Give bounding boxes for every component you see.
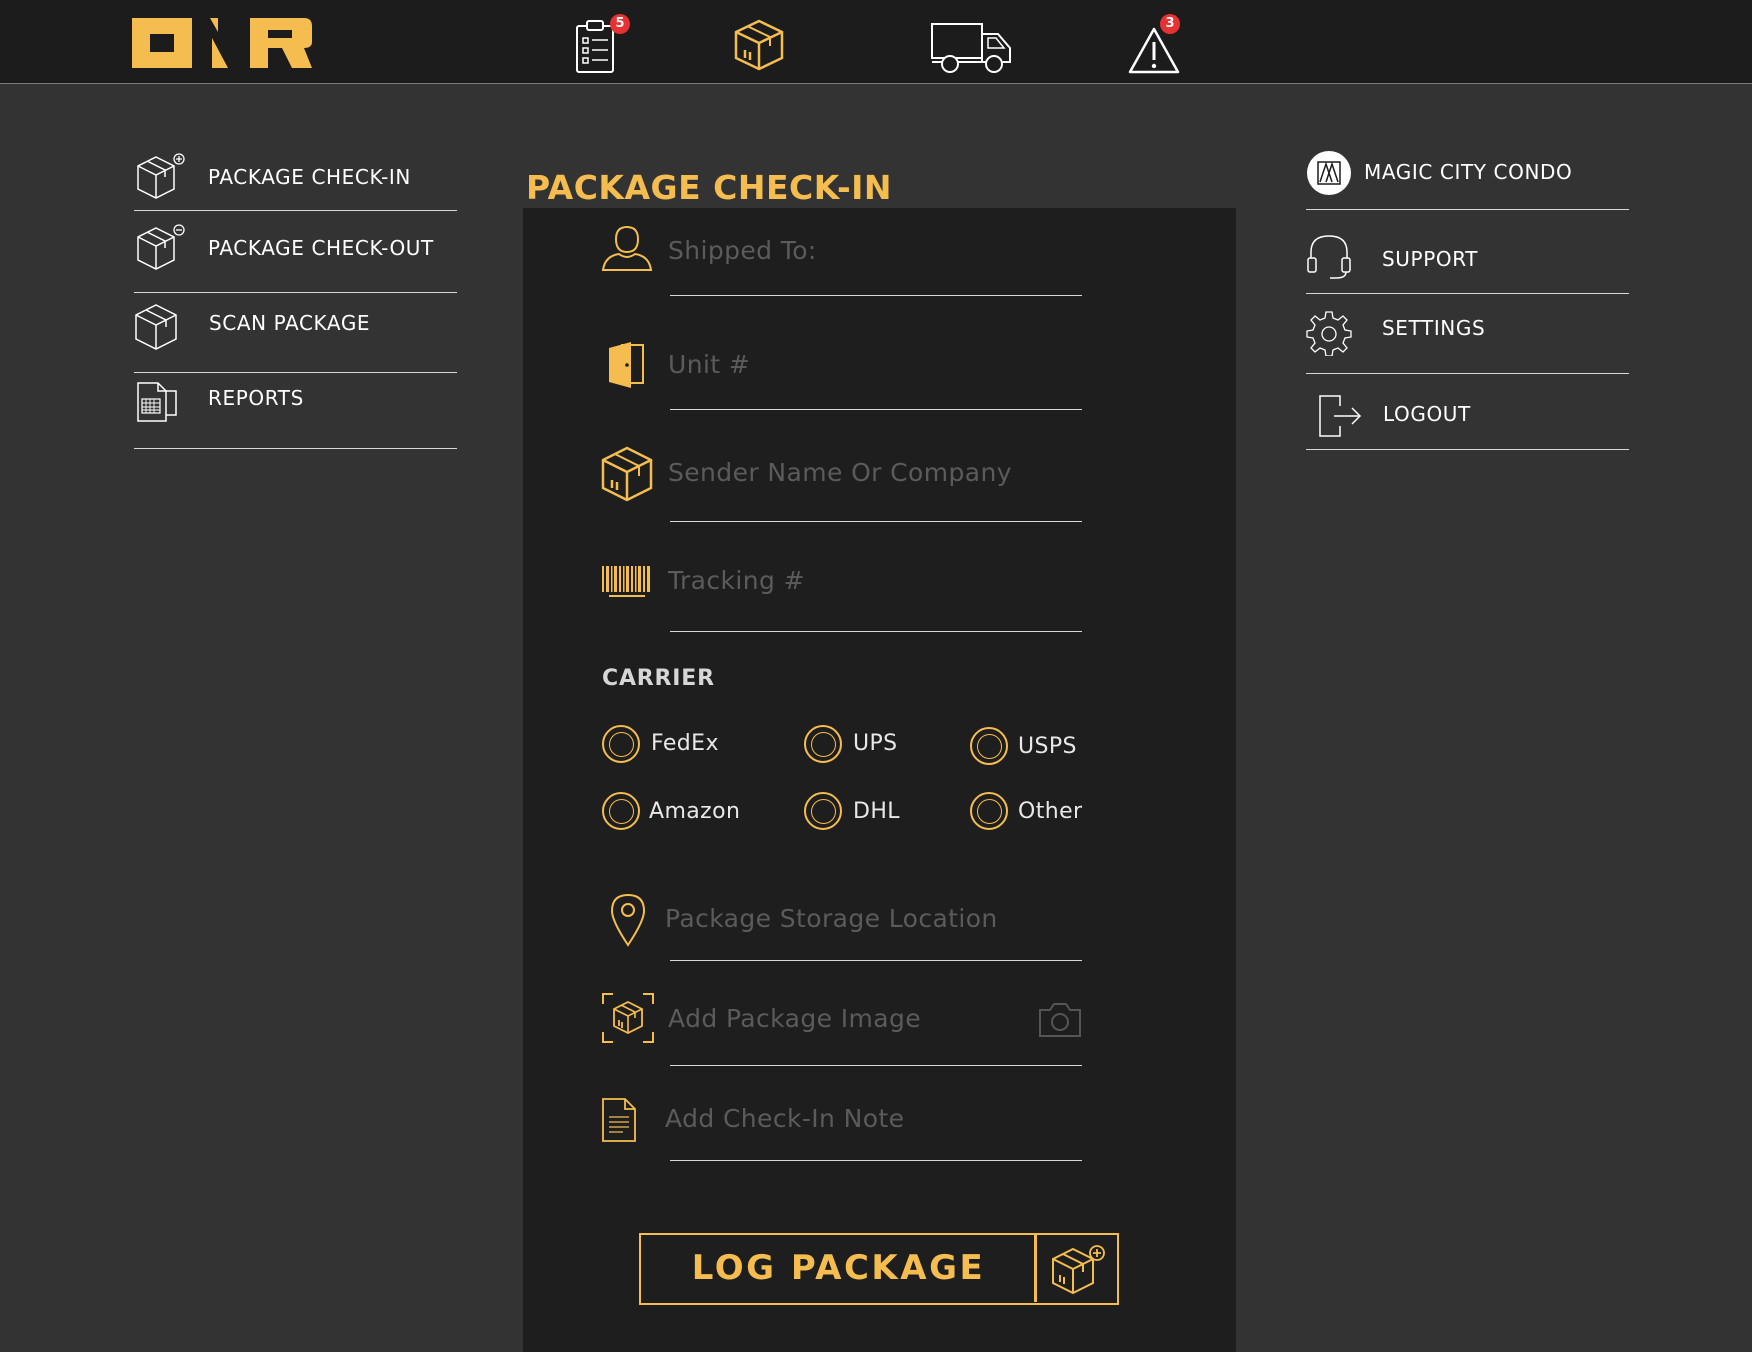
delivery-truck-icon[interactable]	[930, 14, 1014, 76]
check-in-note-input[interactable]: Add Check-In Note	[665, 1104, 1082, 1161]
sender-placeholder: Sender Name Or Company	[668, 458, 1012, 487]
account-item-label: SETTINGS	[1382, 316, 1486, 340]
location-pin-icon	[610, 893, 646, 947]
sidebar-item-label: REPORTS	[208, 386, 304, 410]
sidebar-item-package-check-out[interactable]: PACKAGE CHECK-OUT	[134, 218, 457, 293]
button-divider	[1034, 1235, 1037, 1302]
check-in-note-placeholder: Add Check-In Note	[665, 1104, 905, 1133]
package-remove-icon	[137, 224, 185, 270]
property-selector[interactable]: MAGIC CITY CONDO	[1306, 140, 1629, 210]
sidebar-item-label: SCAN PACKAGE	[209, 311, 371, 335]
camera-icon[interactable]	[1038, 1002, 1082, 1038]
sidebar-item-scan-package[interactable]: SCAN PACKAGE	[134, 293, 457, 373]
property-avatar-icon	[1307, 151, 1351, 195]
onr-logo-icon[interactable]	[132, 18, 312, 68]
carrier-heading: CARRIER	[602, 666, 715, 691]
carrier-radio-amazon[interactable]	[602, 792, 640, 830]
tracking-input[interactable]: Tracking #	[668, 566, 1082, 632]
shipped-to-placeholder: Shipped To:	[668, 236, 817, 265]
shipped-to-input[interactable]: Shipped To:	[668, 236, 1082, 296]
package-icon	[135, 304, 177, 350]
package-add-icon	[1052, 1245, 1105, 1295]
storage-location-placeholder: Package Storage Location	[665, 904, 998, 933]
package-add-icon	[137, 153, 185, 199]
account-item-label: LOGOUT	[1383, 402, 1471, 426]
sidebar-item-label: PACKAGE CHECK-IN	[208, 165, 411, 189]
note-icon	[602, 1098, 636, 1142]
log-package-label: LOG PACKAGE	[691, 1248, 986, 1288]
carrier-radio-fedex[interactable]	[602, 725, 640, 763]
sender-input[interactable]: Sender Name Or Company	[668, 458, 1082, 522]
report-icon	[137, 382, 177, 422]
sidebar-item-package-check-in[interactable]: PACKAGE CHECK-IN	[134, 145, 457, 211]
carrier-label-ups: UPS	[853, 731, 898, 756]
carrier-radio-other[interactable]	[970, 792, 1008, 830]
log-package-button[interactable]: LOG PACKAGE	[639, 1233, 1119, 1305]
alert-badge: 3	[1160, 14, 1180, 34]
package-icon[interactable]	[732, 14, 788, 76]
page-title: PACKAGE CHECK-IN	[526, 168, 893, 207]
carrier-radio-dhl[interactable]	[804, 792, 842, 830]
storage-location-input[interactable]: Package Storage Location	[665, 904, 1082, 961]
carrier-label-fedex: FedEx	[651, 731, 719, 756]
headset-icon	[1307, 235, 1351, 279]
account-item-support[interactable]: SUPPORT	[1306, 210, 1629, 294]
top-bar: 5 3	[0, 0, 1752, 84]
carrier-label-other: Other	[1018, 799, 1083, 824]
package-photo-icon	[602, 993, 654, 1043]
checklist-icon[interactable]: 5	[574, 14, 630, 76]
property-name: MAGIC CITY CONDO	[1364, 160, 1573, 184]
checklist-badge: 5	[610, 14, 630, 34]
logout-icon	[1319, 395, 1362, 437]
account-item-logout[interactable]: LOGOUT	[1306, 374, 1629, 450]
carrier-label-usps: USPS	[1018, 734, 1077, 759]
door-icon	[609, 342, 644, 388]
gear-icon	[1306, 311, 1352, 356]
person-icon	[601, 225, 653, 271]
carrier-radio-ups[interactable]	[804, 725, 842, 763]
package-image-input[interactable]: Add Package Image	[668, 1004, 1082, 1066]
unit-placeholder: Unit #	[668, 350, 751, 379]
package-icon	[601, 446, 653, 502]
carrier-radio-usps[interactable]	[970, 727, 1008, 765]
account-item-label: SUPPORT	[1382, 247, 1479, 271]
carrier-label-amazon: Amazon	[649, 799, 741, 824]
tracking-placeholder: Tracking #	[668, 566, 805, 595]
alert-icon[interactable]: 3	[1128, 14, 1184, 76]
carrier-label-dhl: DHL	[853, 799, 900, 824]
unit-input[interactable]: Unit #	[668, 350, 1082, 410]
account-item-settings[interactable]: SETTINGS	[1306, 294, 1629, 374]
barcode-icon	[602, 566, 650, 597]
package-image-placeholder: Add Package Image	[668, 1004, 922, 1033]
sidebar-item-reports[interactable]: REPORTS	[134, 373, 457, 449]
sidebar-item-label: PACKAGE CHECK-OUT	[208, 236, 434, 260]
